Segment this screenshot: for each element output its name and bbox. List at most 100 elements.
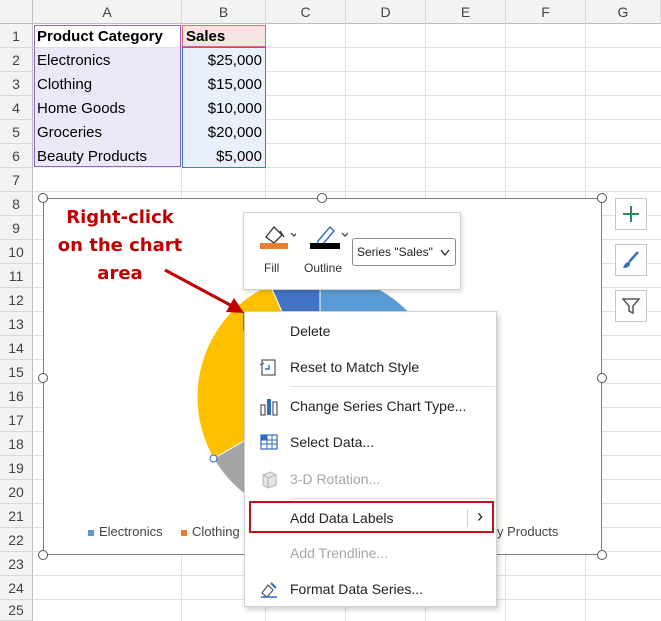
table-cell-category[interactable]: Groceries	[33, 120, 182, 144]
menu-item-3d-rotation[interactable]: 3-D Rotation...	[245, 464, 496, 494]
table-cell-category[interactable]: Beauty Products	[33, 144, 182, 168]
row-header[interactable]: 10	[0, 240, 33, 264]
menu-item-label: Select Data...	[290, 434, 375, 450]
table-cell-sales[interactable]: $10,000	[182, 96, 266, 120]
legend-entry[interactable]: Clothing	[181, 524, 240, 539]
plus-icon	[623, 206, 639, 222]
pen-icon	[310, 225, 349, 249]
menu-item-label: Reset to Match Style	[290, 359, 420, 375]
resize-handle[interactable]	[597, 550, 607, 560]
menu-item-add-trendline[interactable]: Add Trendline...	[245, 538, 496, 568]
menu-item-label: 3-D Rotation...	[290, 471, 381, 487]
brush-icon	[623, 251, 639, 268]
row-header[interactable]: 23	[0, 552, 33, 576]
series-selection-point	[209, 454, 218, 463]
outline-color-swatch	[310, 243, 340, 249]
row-header[interactable]: 9	[0, 216, 33, 240]
resize-handle[interactable]	[38, 193, 48, 203]
row-header[interactable]: 18	[0, 432, 33, 456]
column-header-c[interactable]: C	[266, 0, 346, 24]
table-header-sales[interactable]: Sales	[182, 24, 266, 48]
column-header-b[interactable]: B	[182, 0, 266, 24]
table-cell-sales[interactable]: $15,000	[182, 72, 266, 96]
gridline	[33, 191, 661, 192]
row-header[interactable]: 16	[0, 384, 33, 408]
row-header[interactable]: 19	[0, 456, 33, 480]
table-cell-category[interactable]: Home Goods	[33, 96, 182, 120]
row-header[interactable]: 5	[0, 120, 33, 144]
menu-item-change-series-chart-type[interactable]: Change Series Chart Type...	[245, 391, 496, 421]
menu-item-label: Change Series Chart Type...	[290, 398, 467, 414]
resize-handle[interactable]	[38, 550, 48, 560]
menu-item-label: Format Data Series...	[290, 581, 424, 597]
menu-item-delete[interactable]: Delete	[245, 316, 496, 346]
table-header-category[interactable]: Product Category	[33, 24, 182, 48]
chart-styles-button[interactable]	[615, 244, 647, 276]
menu-separator	[290, 386, 495, 387]
menu-item-select-data[interactable]: Select Data...	[245, 427, 496, 457]
resize-handle[interactable]	[597, 193, 607, 203]
legend-label: Clothing	[192, 524, 240, 539]
annotation-line: on the chart	[57, 235, 183, 256]
outline-button[interactable]	[308, 219, 349, 259]
column-header-d[interactable]: D	[346, 0, 426, 24]
filter-icon	[621, 298, 641, 315]
add-data-labels-highlight	[249, 501, 494, 533]
table-cell-sales[interactable]: $25,000	[182, 48, 266, 72]
chart-elements-button[interactable]	[615, 198, 647, 230]
format-series-icon	[261, 582, 277, 598]
legend-swatch	[88, 529, 94, 536]
row-header[interactable]: 25	[0, 600, 33, 621]
paint-bucket-icon	[260, 226, 298, 249]
column-header-g[interactable]: G	[586, 0, 661, 24]
row-header[interactable]: 17	[0, 408, 33, 432]
chart-filters-button[interactable]	[615, 290, 647, 322]
row-header[interactable]: 8	[0, 192, 33, 216]
outline-label: Outline	[304, 261, 343, 275]
fill-color-swatch	[260, 243, 288, 249]
row-header[interactable]: 24	[0, 576, 33, 600]
menu-separator	[290, 498, 495, 499]
series-selector-value: Series "Sales"	[357, 245, 433, 259]
menu-item-label: Delete	[290, 323, 331, 339]
row-header[interactable]: 7	[0, 168, 33, 192]
legend-swatch	[181, 529, 187, 536]
table-cell-category[interactable]: Electronics	[33, 48, 182, 72]
select-data-grid-icon	[260, 434, 278, 450]
legend-label: y Products	[497, 524, 559, 539]
menu-item-format-data-series[interactable]: Format Data Series...	[245, 574, 496, 604]
row-header[interactable]: 2	[0, 48, 33, 72]
row-header[interactable]: 14	[0, 336, 33, 360]
column-header-a[interactable]: A	[33, 0, 182, 24]
column-header-f[interactable]: F	[506, 0, 586, 24]
row-header[interactable]: 3	[0, 72, 33, 96]
fill-button[interactable]	[256, 219, 298, 259]
row-header[interactable]: 12	[0, 288, 33, 312]
cube-rotation-icon	[262, 471, 277, 489]
row-header[interactable]: 6	[0, 144, 33, 168]
series-selector-dropdown[interactable]: Series "Sales"	[352, 238, 456, 266]
resize-handle[interactable]	[597, 373, 607, 383]
resize-handle[interactable]	[317, 193, 327, 203]
reset-style-icon	[259, 359, 276, 376]
resize-handle[interactable]	[38, 373, 48, 383]
table-cell-sales[interactable]: $20,000	[182, 120, 266, 144]
row-header[interactable]: 11	[0, 264, 33, 288]
legend-entry[interactable]: y Products	[497, 524, 558, 539]
row-header[interactable]: 4	[0, 96, 33, 120]
row-header[interactable]: 21	[0, 504, 33, 528]
fill-label: Fill	[264, 261, 280, 275]
annotation-line: area	[97, 263, 143, 284]
row-header[interactable]: 1	[0, 24, 33, 48]
table-cell-category[interactable]: Clothing	[33, 72, 182, 96]
menu-item-reset-to-match-style[interactable]: Reset to Match Style	[245, 352, 496, 382]
table-cell-sales[interactable]: $5,000	[182, 144, 266, 168]
row-header[interactable]: 13	[0, 312, 33, 336]
row-header[interactable]: 15	[0, 360, 33, 384]
row-header[interactable]: 22	[0, 528, 33, 552]
legend-entry[interactable]: Electronics	[88, 524, 163, 539]
column-header-e[interactable]: E	[426, 0, 506, 24]
row-header[interactable]: 20	[0, 480, 33, 504]
bar-chart-icon	[260, 399, 278, 416]
select-all-corner[interactable]	[0, 0, 33, 24]
